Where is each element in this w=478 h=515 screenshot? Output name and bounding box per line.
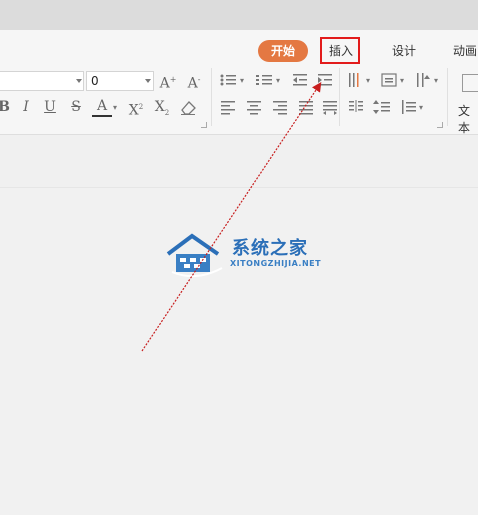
annotation-arrow: [141, 82, 322, 352]
